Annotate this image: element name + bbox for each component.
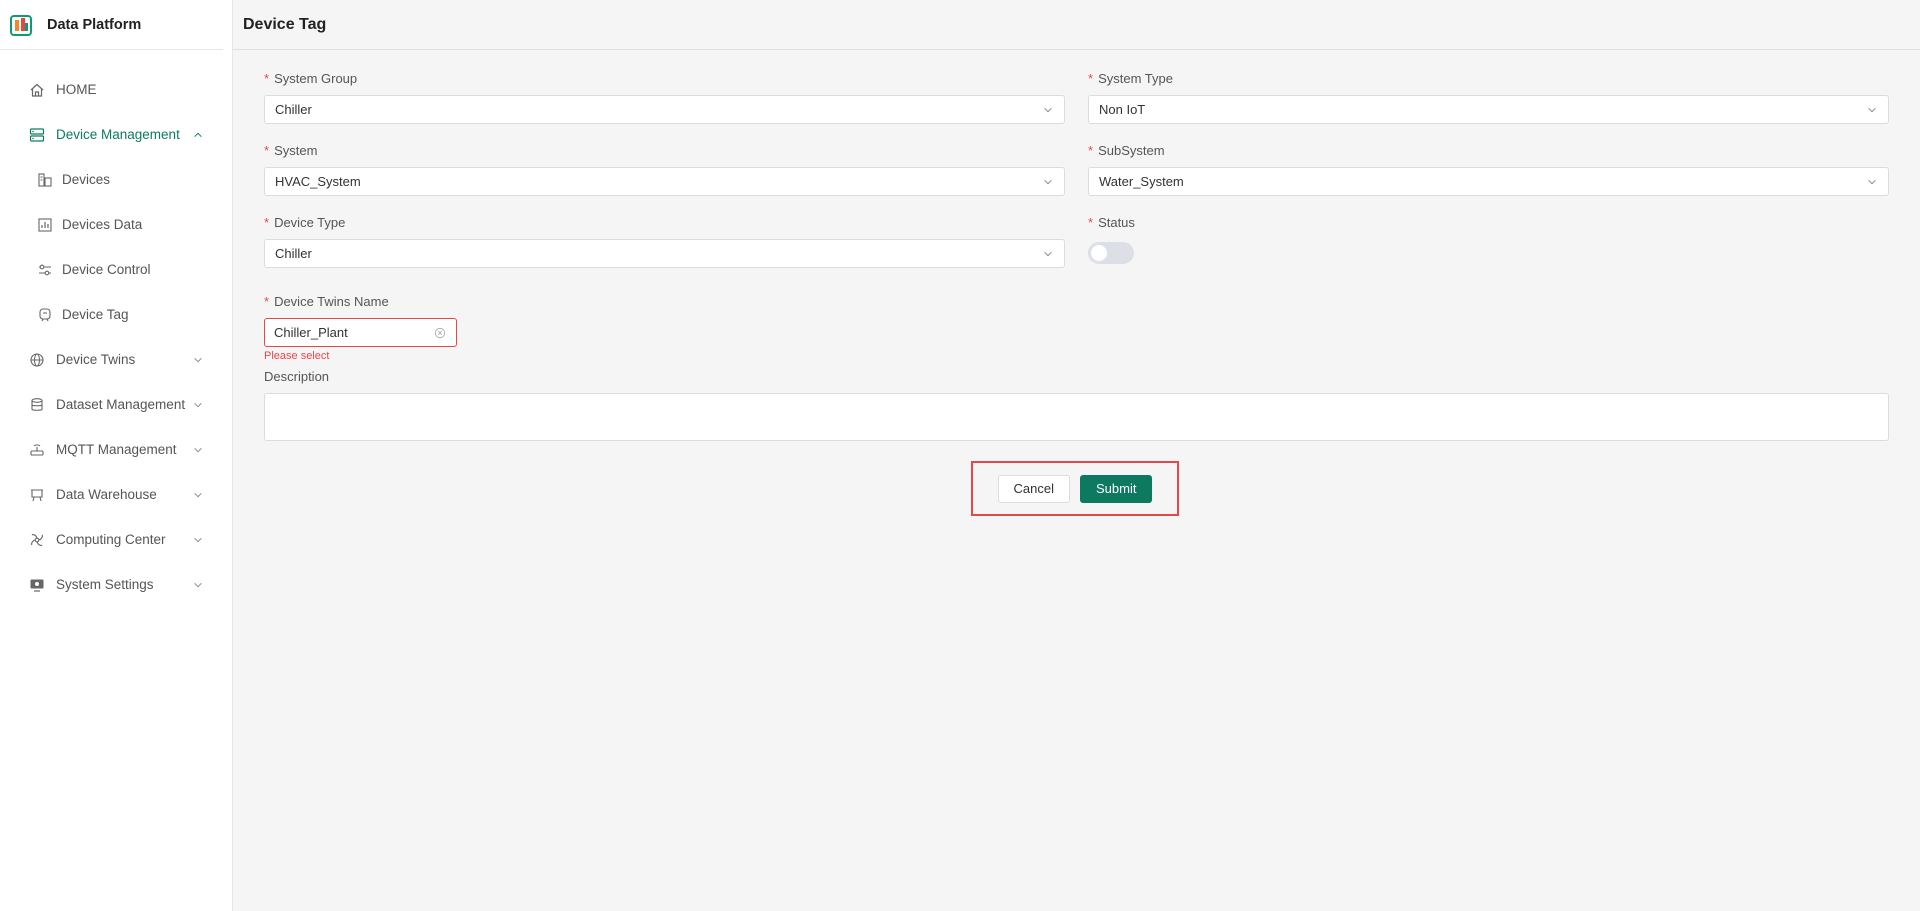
devices-icon <box>36 171 54 189</box>
sidebar-item-label: Device Management <box>56 127 180 142</box>
brand-title: Data Platform <box>47 16 142 33</box>
sliders-icon <box>36 261 54 279</box>
system-group-select[interactable]: Chiller <box>264 95 1065 124</box>
monitor-icon <box>28 576 46 594</box>
chevron-down-icon <box>1042 176 1054 188</box>
status-toggle[interactable] <box>1088 242 1134 264</box>
sidebar-item-label: System Settings <box>56 577 154 592</box>
chevron-down-icon <box>192 444 204 456</box>
server-icon <box>28 126 46 144</box>
required-mark: * <box>1088 143 1094 158</box>
sidebar-item-label: MQTT Management <box>56 442 177 457</box>
logo-icon <box>10 14 32 36</box>
status-field: * Status <box>1088 214 1135 264</box>
sidebar-item-devices-data[interactable]: Devices Data <box>0 202 232 247</box>
chevron-down-icon <box>192 354 204 366</box>
sidebar-item-dataset-management[interactable]: Dataset Management <box>0 382 232 427</box>
field-label: * System Type <box>1088 71 1173 86</box>
required-mark: * <box>264 143 270 158</box>
page-header: Device Tag <box>233 0 1920 50</box>
description-textarea[interactable] <box>264 393 1889 441</box>
field-label: Description <box>264 369 330 384</box>
chevron-down-icon <box>1042 104 1054 116</box>
device-type-field: * Device Type Chiller <box>264 214 1065 268</box>
sidebar-item-device-management[interactable]: Device Management <box>0 112 232 157</box>
chart-icon <box>36 216 54 234</box>
network-icon <box>28 531 46 549</box>
device-twins-name-input-wrapper <box>264 318 457 347</box>
chevron-down-icon <box>192 579 204 591</box>
field-label: * Device Type <box>264 215 346 230</box>
chevron-down-icon <box>1866 176 1878 188</box>
warehouse-icon <box>28 486 46 504</box>
sidebar-item-label: Devices <box>62 172 111 187</box>
cancel-button[interactable]: Cancel <box>997 474 1070 503</box>
system-type-field: * System Type Non IoT <box>1088 70 1889 124</box>
sidebar-item-label: Dataset Management <box>56 397 186 412</box>
required-mark: * <box>264 215 270 230</box>
required-mark: * <box>1088 71 1094 86</box>
sidebar-item-label: HOME <box>56 82 97 97</box>
chevron-up-icon <box>192 129 204 141</box>
clear-icon[interactable] <box>433 326 447 340</box>
sidebar-item-data-warehouse[interactable]: Data Warehouse <box>0 472 232 517</box>
sidebar-item-label: Device Tag <box>62 307 129 322</box>
sidebar-item-system-settings[interactable]: System Settings <box>0 562 232 607</box>
sidebar-item-label: Data Warehouse <box>56 487 157 502</box>
required-mark: * <box>264 71 270 86</box>
sidebar-item-label: Device Twins <box>56 352 136 367</box>
subsystem-field: * SubSystem Water_System <box>1088 142 1889 196</box>
sidebar-item-device-tag[interactable]: Device Tag <box>0 292 232 337</box>
device-twins-name-field: *Device Twins Name Please select <box>264 293 457 362</box>
chevron-down-icon <box>192 399 204 411</box>
device-twins-name-input[interactable] <box>274 325 433 340</box>
sidebar-item-device-control[interactable]: Device Control <box>0 247 232 292</box>
select-value: Chiller <box>275 102 312 117</box>
field-label: * SubSystem <box>1088 143 1165 158</box>
field-label: * Status <box>1088 215 1135 230</box>
sidebar: Data Platform HOME Device Management Dev… <box>0 0 233 911</box>
database-icon <box>28 396 46 414</box>
sidebar-item-devices[interactable]: Devices <box>0 157 232 202</box>
sidebar-item-mqtt-management[interactable]: MQTT Management <box>0 427 232 472</box>
sidebar-item-computing-center[interactable]: Computing Center <box>0 517 232 562</box>
submit-button[interactable]: Submit <box>1080 474 1153 503</box>
system-group-field: * System Group Chiller <box>264 70 1065 124</box>
field-label: * System <box>264 143 318 158</box>
sidebar-item-home[interactable]: HOME <box>0 67 232 112</box>
chevron-down-icon <box>192 489 204 501</box>
select-value: Water_System <box>1099 174 1184 189</box>
chevron-down-icon <box>1866 104 1878 116</box>
select-value: Non IoT <box>1099 102 1146 117</box>
home-icon <box>28 81 46 99</box>
system-field: * System HVAC_System <box>264 142 1065 196</box>
sidebar-nav: HOME Device Management Devices Devices D… <box>0 50 232 607</box>
sidebar-item-label: Device Control <box>62 262 151 277</box>
subsystem-select[interactable]: Water_System <box>1088 167 1889 196</box>
description-field: Description <box>264 368 1889 446</box>
select-value: HVAC_System <box>275 174 361 189</box>
router-icon <box>28 441 46 459</box>
chevron-down-icon <box>1042 248 1054 260</box>
system-select[interactable]: HVAC_System <box>264 167 1065 196</box>
sidebar-item-device-twins[interactable]: Device Twins <box>0 337 232 382</box>
validation-error: Please select <box>264 350 330 362</box>
page-title: Device Tag <box>243 15 327 33</box>
sidebar-item-label: Devices Data <box>62 217 143 232</box>
globe-icon <box>28 351 46 369</box>
field-label: * Device Twins Name <box>264 294 389 309</box>
system-type-select[interactable]: Non IoT <box>1088 95 1889 124</box>
tag-icon <box>36 306 54 324</box>
chevron-down-icon <box>192 534 204 546</box>
brand: Data Platform <box>0 0 223 50</box>
required-mark: * <box>264 294 270 309</box>
toggle-knob <box>1091 245 1107 261</box>
required-mark: * <box>1088 215 1094 230</box>
field-label: * System Group <box>264 71 358 86</box>
device-type-select[interactable]: Chiller <box>264 239 1065 268</box>
sidebar-item-label: Computing Center <box>56 532 166 547</box>
select-value: Chiller <box>275 246 312 261</box>
form-actions: Cancel Submit <box>971 461 1179 516</box>
